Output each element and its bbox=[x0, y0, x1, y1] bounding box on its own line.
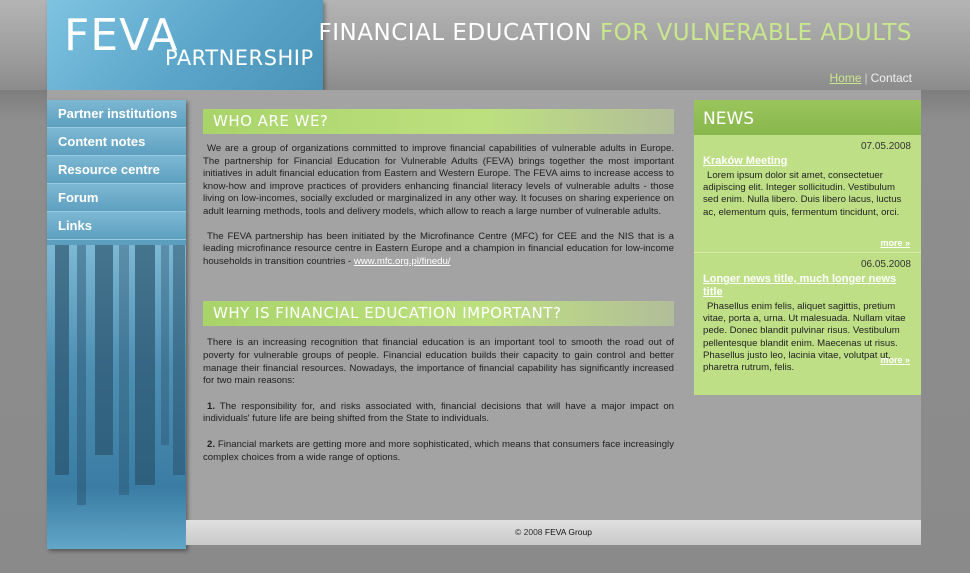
who-are-we-paragraph-2: The FEVA partnership has been initiated … bbox=[203, 231, 674, 269]
footer-copyright: © 2008 bbox=[514, 527, 543, 537]
section-heading-who-are-we: WHO ARE WE? bbox=[203, 109, 674, 134]
footer-owner: FEVA Group bbox=[544, 527, 592, 537]
nav-separator: | bbox=[864, 71, 868, 85]
tagline-part1: FINANCIAL EDUCATION bbox=[318, 20, 593, 46]
why-important-paragraph: There is an increasing recognition that … bbox=[203, 337, 674, 387]
reason-1-number: 1. bbox=[207, 400, 216, 412]
nav-home-link[interactable]: Home bbox=[830, 71, 862, 85]
reason-1: 1. The responsibility for, and risks ass… bbox=[203, 401, 674, 426]
news-item: 06.05.2008 Longer news title, much longe… bbox=[694, 252, 921, 373]
news-box: NEWS 07.05.2008 Kraków Meeting Lorem ips… bbox=[694, 100, 921, 395]
sidebar-item-forum[interactable]: Forum bbox=[47, 184, 186, 212]
mfc-link[interactable]: www.mfc.org.pl/finedu/ bbox=[354, 256, 451, 267]
site-tagline: FINANCIAL EDUCATION FOR VULNERABLE ADULT… bbox=[319, 20, 912, 46]
sidebar-item-links[interactable]: Links bbox=[47, 212, 186, 240]
top-nav: Home | Contact bbox=[830, 71, 913, 85]
logo-main-text: FEVA bbox=[64, 10, 179, 61]
reason-2: 2. Financial markets are getting more an… bbox=[203, 439, 674, 464]
site-logo[interactable]: FEVA PARTNERSHIP bbox=[47, 0, 323, 90]
news-date: 07.05.2008 bbox=[860, 141, 911, 152]
news-date: 06.05.2008 bbox=[860, 259, 911, 270]
main-content: WHO ARE WE? We are a group of organizati… bbox=[203, 109, 674, 464]
sidebar-item-partner-institutions[interactable]: Partner institutions bbox=[47, 100, 186, 128]
forest-image bbox=[47, 245, 186, 549]
sidebar-item-content-notes[interactable]: Content notes bbox=[47, 128, 186, 156]
reason-2-number: 2. bbox=[207, 438, 216, 450]
news-body: Lorem ipsum dolor sit amet, consectetuer… bbox=[703, 170, 902, 218]
reason-1-text: The responsibility for, and risks associ… bbox=[203, 400, 674, 425]
news-headline-link[interactable]: Longer news title, much longer news titl… bbox=[703, 273, 911, 299]
news-item: 07.05.2008 Kraków Meeting Lorem ipsum do… bbox=[694, 135, 921, 252]
section-heading-why-important: WHY IS FINANCIAL EDUCATION IMPORTANT? bbox=[203, 301, 674, 327]
news-headline-link[interactable]: Kraków Meeting bbox=[703, 155, 911, 168]
sidebar-menu: Partner institutions Content notes Resou… bbox=[47, 100, 186, 240]
who-are-we-paragraph-1: We are a group of organizations committe… bbox=[203, 143, 674, 217]
sidebar-item-resource-centre[interactable]: Resource centre bbox=[47, 156, 186, 184]
news-heading: NEWS bbox=[694, 100, 921, 135]
news-more-link[interactable]: more » bbox=[880, 238, 910, 248]
logo-sub-text: PARTNERSHIP bbox=[165, 46, 314, 70]
tagline-part2: FOR VULNERABLE ADULTS bbox=[599, 20, 912, 46]
footer: © 2008 FEVA Group bbox=[186, 520, 921, 545]
sidebar: Partner institutions Content notes Resou… bbox=[47, 100, 186, 549]
nav-contact-link[interactable]: Contact bbox=[871, 71, 912, 85]
news-more-link[interactable]: more » bbox=[880, 355, 910, 365]
reason-2-text: Financial markets are getting more and m… bbox=[203, 438, 674, 463]
